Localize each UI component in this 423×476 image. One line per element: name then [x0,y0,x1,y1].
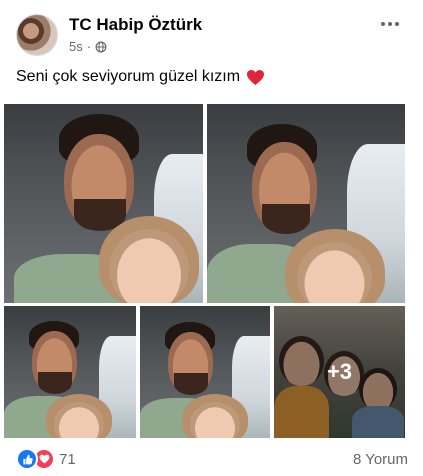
post-footer: 71 8 Yorum [16,448,408,470]
globe-icon [95,41,107,52]
dad-beard [262,204,310,234]
author-avatar[interactable] [16,14,58,56]
photo-5[interactable]: +3 [274,306,405,438]
heart-icon [247,69,265,85]
photo-4[interactable] [140,306,270,438]
post-time[interactable]: 5s [69,39,83,54]
more-options-dot [395,22,399,26]
girl-face [109,229,189,303]
post-message: Seni çok seviyorum güzel kızım [16,68,241,85]
photo-1[interactable] [4,104,203,303]
more-photos-overlay[interactable]: +3 [274,306,405,438]
dad-beard [174,373,208,395]
comments-count[interactable]: 8 Yorum [353,451,408,468]
like-icon [16,448,38,470]
post-header: TC Habip Öztürk 5s · [16,12,408,58]
author-name[interactable]: TC Habip Öztürk [69,15,202,35]
post-text: Seni çok seviyorum güzel kızım [16,68,265,86]
meta-separator: · [86,39,92,54]
photo-2[interactable] [207,104,405,303]
reaction-count: 71 [59,450,76,468]
photo-3[interactable] [4,306,136,438]
reaction-icons [16,448,55,470]
more-options-dot [388,22,392,26]
more-options-button[interactable] [372,12,408,36]
more-photos-count: +3 [326,359,353,384]
dad-beard [38,372,72,394]
more-options-icon [381,22,385,26]
reactions-summary[interactable]: 71 [16,448,76,470]
post-meta: 5s · [69,39,107,54]
